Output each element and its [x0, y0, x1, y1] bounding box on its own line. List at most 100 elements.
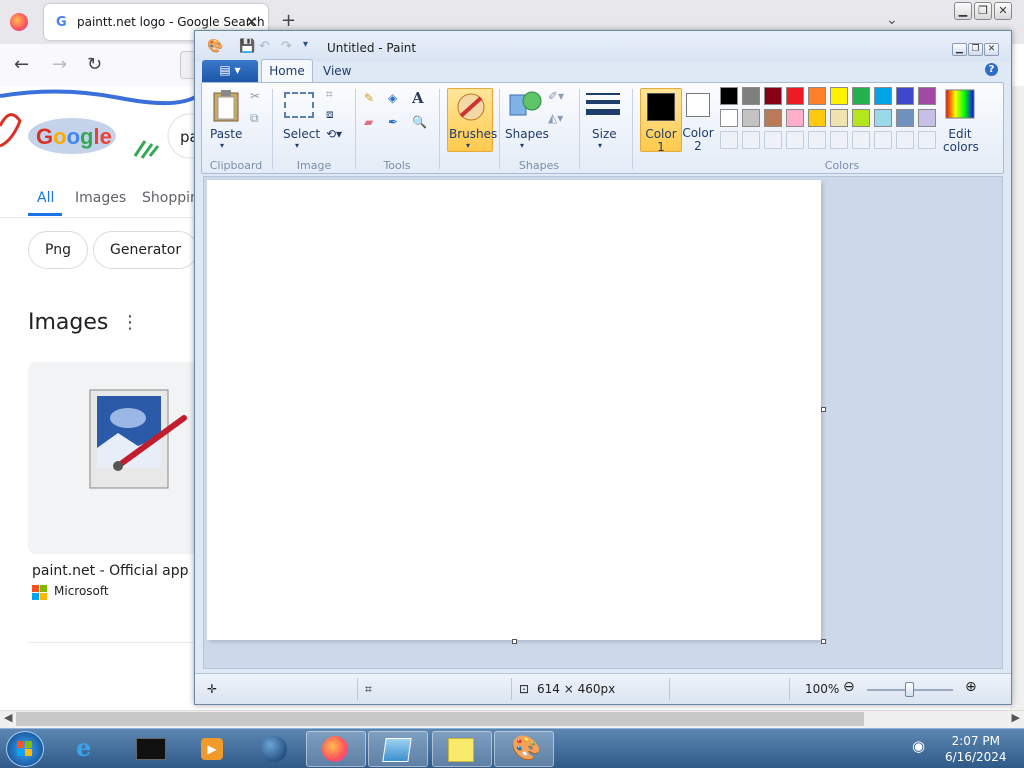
palette-swatch[interactable] — [764, 109, 782, 127]
rotate-icon[interactable]: ⟲▾ — [326, 127, 342, 141]
palette-swatch[interactable] — [764, 87, 782, 105]
palette-swatch[interactable] — [742, 109, 760, 127]
customize-qat-icon[interactable]: ▾ — [303, 39, 308, 50]
paint-close-button[interactable]: ✕ — [984, 43, 999, 56]
palette-swatch-empty[interactable] — [764, 131, 782, 149]
close-window-button[interactable]: ✕ — [994, 2, 1012, 20]
palette-swatch-empty[interactable] — [786, 131, 804, 149]
palette-swatch[interactable] — [896, 109, 914, 127]
reload-button[interactable]: ↻ — [87, 54, 102, 75]
scroll-right-icon[interactable]: ▶ — [1012, 711, 1020, 724]
palette-swatch[interactable] — [786, 109, 804, 127]
color2-swatch[interactable] — [686, 93, 710, 117]
minimize-button[interactable]: ▁ — [954, 2, 972, 20]
palette-swatch[interactable] — [918, 109, 936, 127]
taskbar-ie-icon[interactable]: e — [60, 731, 120, 767]
palette-swatch[interactable] — [874, 87, 892, 105]
palette-swatch[interactable] — [808, 87, 826, 105]
text-icon[interactable]: A — [412, 89, 424, 107]
color1-button[interactable]: Color 1 — [640, 88, 682, 154]
pencil-icon[interactable]: ✎ — [364, 91, 374, 105]
color2-label-b[interactable]: 2 — [678, 139, 718, 153]
paste-button[interactable]: Paste — [210, 127, 242, 141]
palette-swatch[interactable] — [852, 109, 870, 127]
close-tab-icon[interactable]: ✕ — [245, 13, 258, 31]
palette-swatch[interactable] — [786, 87, 804, 105]
search-tab-all[interactable]: All — [37, 190, 54, 206]
start-button[interactable] — [6, 731, 44, 767]
image-result-card[interactable] — [28, 362, 200, 554]
palette-swatch-empty[interactable] — [742, 131, 760, 149]
color2-label-a[interactable]: Color — [678, 126, 718, 140]
more-options-icon[interactable]: ⋮ — [121, 313, 139, 333]
taskbar-globe-icon[interactable] — [245, 731, 305, 767]
outline-icon[interactable]: ✐▾ — [548, 89, 564, 103]
taskbar-cmd-icon[interactable] — [122, 731, 182, 767]
ribbon-tab-home[interactable]: Home — [261, 59, 313, 83]
color-picker-icon[interactable]: ✒ — [388, 115, 398, 129]
palette-swatch[interactable] — [830, 87, 848, 105]
edit-colors-label-b[interactable]: colors — [943, 140, 979, 154]
edit-colors-label-a[interactable]: Edit — [943, 127, 977, 141]
palette-swatch[interactable] — [720, 109, 738, 127]
paste-dropdown-icon[interactable]: ▾ — [220, 141, 224, 150]
magnifier-icon[interactable]: 🔍 — [412, 115, 427, 129]
paint-restore-button[interactable]: ❐ — [968, 43, 983, 56]
ribbon-tab-view[interactable]: View — [323, 64, 351, 78]
firefox-menu-icon[interactable] — [10, 13, 28, 31]
redo-icon[interactable]: ↷ — [281, 39, 292, 54]
palette-swatch-empty[interactable] — [918, 131, 936, 149]
save-icon[interactable]: 💾 — [239, 39, 255, 54]
restore-button[interactable]: ❐ — [974, 2, 992, 20]
size-dropdown-icon[interactable]: ▾ — [598, 141, 602, 150]
filter-chip-png[interactable]: Png — [28, 231, 88, 269]
back-button[interactable]: ← — [14, 54, 29, 75]
palette-swatch[interactable] — [720, 87, 738, 105]
palette-swatch-empty[interactable] — [808, 131, 826, 149]
paint-title-bar[interactable]: 🎨 💾 ↶ ↷ ▾ Untitled - Paint ▁ ❐ ✕ — [195, 31, 1011, 61]
undo-icon[interactable]: ↶ — [259, 39, 270, 54]
help-icon[interactable]: ? — [985, 63, 998, 76]
size-button[interactable]: Size — [592, 127, 617, 141]
taskbar-media-player-icon[interactable]: ▶ — [183, 731, 243, 767]
palette-swatch[interactable] — [918, 87, 936, 105]
select-dropdown-icon[interactable]: ▾ — [295, 141, 299, 150]
zoom-out-button[interactable]: ⊖ — [843, 679, 855, 695]
palette-swatch-empty[interactable] — [830, 131, 848, 149]
fill-shape-icon[interactable]: ◭▾ — [548, 111, 563, 125]
google-doodle[interactable]: Google pa — [0, 86, 200, 166]
select-button[interactable]: Select — [283, 127, 320, 141]
resize-handle-bottom[interactable] — [512, 639, 517, 644]
taskbar-paintnet-icon[interactable] — [368, 731, 428, 767]
cut-icon[interactable]: ✂ — [250, 89, 260, 103]
resize-handle-corner[interactable] — [821, 639, 826, 644]
forward-button[interactable]: → — [52, 54, 67, 75]
crop-icon[interactable]: ⌗ — [326, 87, 333, 102]
list-all-tabs-button[interactable]: ⌄ — [886, 12, 898, 28]
zoom-slider-thumb[interactable] — [905, 682, 914, 697]
taskbar-sticky-notes-icon[interactable] — [432, 731, 492, 767]
taskbar-paint-icon[interactable]: 🎨 — [494, 731, 554, 767]
new-tab-button[interactable]: + — [281, 10, 296, 31]
palette-swatch[interactable] — [852, 87, 870, 105]
shapes-button[interactable]: Shapes — [505, 127, 549, 141]
image-result-title[interactable]: paint.net - Official app in t — [32, 563, 216, 579]
scroll-left-icon[interactable]: ◀ — [4, 711, 12, 724]
copy-icon[interactable]: ⧉ — [250, 111, 259, 126]
paint-menu-button[interactable]: ▤ ▾ — [202, 60, 258, 82]
brushes-button[interactable]: Brushes ▾ — [447, 88, 497, 152]
palette-swatch-empty[interactable] — [720, 131, 738, 149]
palette-swatch[interactable] — [742, 87, 760, 105]
eraser-icon[interactable]: ▰ — [364, 115, 373, 129]
clock[interactable]: 2:07 PM 6/16/2024 — [945, 733, 1007, 765]
palette-swatch[interactable] — [874, 109, 892, 127]
resize-handle-right[interactable] — [821, 407, 826, 412]
tray-network-icon[interactable]: ◉ — [912, 737, 932, 759]
drawing-canvas[interactable] — [207, 180, 821, 640]
horizontal-scroll-thumb[interactable] — [16, 712, 864, 726]
palette-swatch-empty[interactable] — [852, 131, 870, 149]
resize-icon[interactable]: ⧈ — [326, 107, 334, 122]
taskbar-firefox-icon[interactable] — [306, 731, 366, 767]
palette-swatch[interactable] — [830, 109, 848, 127]
filter-chip-generator[interactable]: Generator — [93, 231, 199, 269]
